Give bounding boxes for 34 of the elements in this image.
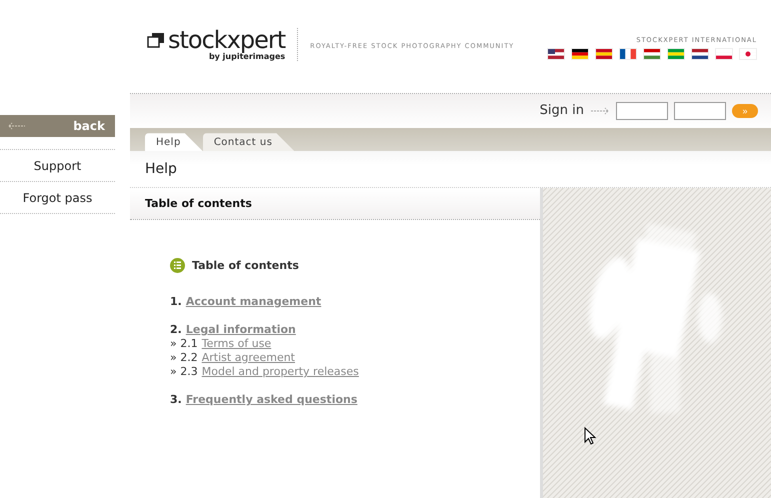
- subsection-link[interactable]: Terms of use: [202, 337, 272, 352]
- arrow-right-icon: [590, 106, 610, 115]
- cursor-icon: [584, 427, 596, 446]
- sign-in-button[interactable]: »: [732, 104, 758, 118]
- logo-subtitle: by jupiterimages: [208, 52, 286, 61]
- subsection-link[interactable]: Model and property releases: [202, 365, 359, 380]
- flag-icon[interactable]: [571, 48, 589, 60]
- sidebar-link[interactable]: Forgot pass: [0, 182, 115, 214]
- tab[interactable]: Help: [145, 133, 203, 152]
- section-number: 1.: [170, 295, 182, 310]
- list-icon: [170, 258, 185, 274]
- logo-text: stockxpert: [168, 28, 286, 52]
- password-field[interactable]: [674, 102, 726, 120]
- section-number: 3.: [170, 393, 182, 408]
- toc-title: Table of contents: [192, 259, 299, 272]
- subsection-link[interactable]: Artist agreement: [202, 351, 295, 366]
- tab[interactable]: Contact us: [202, 133, 294, 152]
- flag-icon[interactable]: [619, 48, 637, 60]
- flag-icon[interactable]: [691, 48, 709, 60]
- back-label: back: [73, 119, 105, 133]
- logo-icon: [147, 32, 165, 48]
- subsection-number: » 2.3: [170, 365, 198, 380]
- subsection-number: » 2.1: [170, 337, 198, 352]
- subsection-number: » 2.2: [170, 351, 198, 366]
- section-link[interactable]: Frequently asked questions: [186, 393, 358, 408]
- section-link[interactable]: Legal information: [186, 323, 296, 338]
- username-field[interactable]: [616, 102, 668, 120]
- sidebar-link[interactable]: Support: [0, 150, 115, 182]
- section-number: 2.: [170, 323, 182, 338]
- arrow-left-icon: [8, 122, 26, 130]
- back-button[interactable]: back: [0, 115, 115, 137]
- sign-in-label: Sign in: [540, 103, 584, 118]
- flag-icon[interactable]: [547, 48, 565, 60]
- section-link[interactable]: Account management: [186, 295, 322, 310]
